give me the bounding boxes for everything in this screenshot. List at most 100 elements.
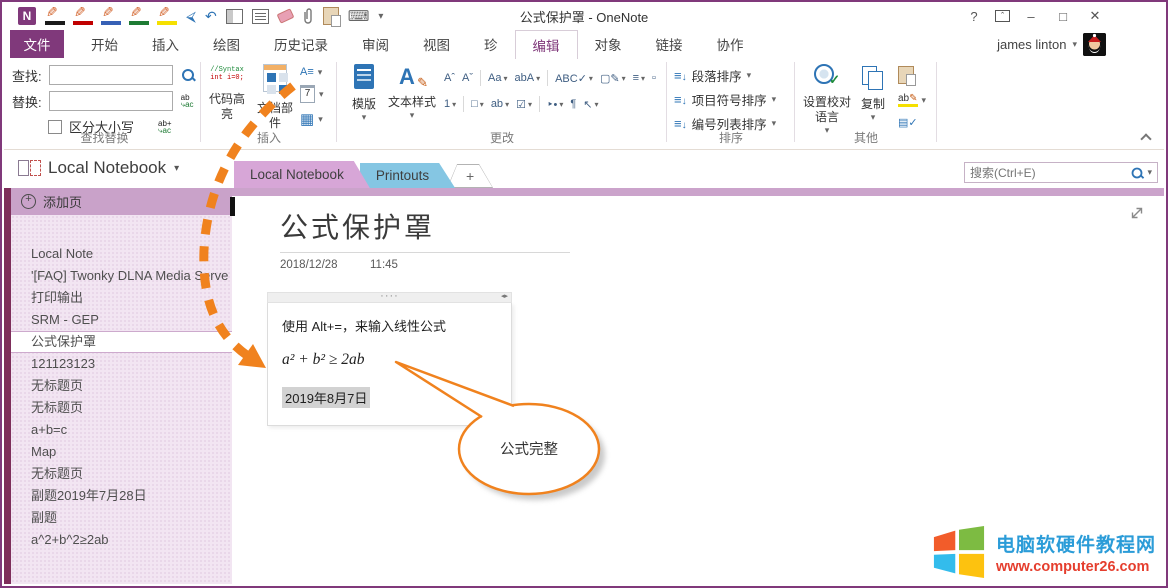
- pen-icon[interactable]: ✎: [73, 8, 93, 25]
- copy-button[interactable]: 复制 ▾: [856, 66, 890, 123]
- page-color-icon[interactable]: ▢✎▾: [600, 72, 626, 85]
- page-list-item[interactable]: 副题: [11, 507, 232, 529]
- onenote-logo-icon[interactable]: N: [18, 7, 36, 25]
- section-tab-printouts[interactable]: Printouts: [360, 163, 455, 188]
- page-list-item[interactable]: 打印输出: [11, 287, 232, 309]
- page-list-item[interactable]: '[FAQ] Twonky DLNA Media Serve: [11, 265, 232, 287]
- maximize-icon[interactable]: □: [1052, 9, 1074, 24]
- page-list-item[interactable]: a^2+b^2≥2ab: [11, 529, 232, 551]
- sort-item-1[interactable]: ≡↓段落排序▾: [674, 66, 776, 85]
- replace-input[interactable]: [49, 91, 173, 111]
- new-section-tab[interactable]: +: [447, 164, 493, 188]
- template-button[interactable]: 模版 ▾: [344, 64, 384, 123]
- pen-icon[interactable]: ✎: [45, 8, 65, 25]
- replace-one-icon[interactable]: ab⤷ac: [181, 94, 194, 108]
- ribbon-tab-5[interactable]: 审阅: [345, 30, 406, 58]
- clear-format-icon[interactable]: abA▾: [514, 72, 540, 84]
- paste-icon[interactable]: [323, 7, 339, 25]
- keyboard-icon[interactable]: ⌨: [348, 7, 370, 25]
- ribbon-tab-9[interactable]: 对象: [578, 30, 639, 58]
- numbering-icon[interactable]: 1▾: [444, 98, 456, 110]
- page-list-item[interactable]: a+b=c: [11, 419, 232, 441]
- ribbon-tab-1[interactable]: 开始: [74, 30, 135, 58]
- sort-item-2[interactable]: ≡↓项目符号排序▾: [674, 90, 776, 109]
- minimize-icon[interactable]: –: [1020, 9, 1042, 24]
- pen-icon[interactable]: ✎: [129, 8, 149, 25]
- section-tab-local-notebook[interactable]: Local Notebook: [234, 161, 370, 188]
- ribbon-tab-4[interactable]: 历史记录: [257, 30, 345, 58]
- page-list-item[interactable]: 121123123: [11, 353, 232, 375]
- help-icon[interactable]: ?: [963, 9, 985, 24]
- customize-qat-icon[interactable]: ▾: [378, 11, 383, 22]
- search-box[interactable]: ▾: [964, 162, 1158, 183]
- attach-file-icon[interactable]: [302, 8, 314, 24]
- highlighted-date[interactable]: 2019年8月7日: [282, 387, 370, 408]
- group-separator: [794, 62, 795, 142]
- template-icon: [354, 64, 374, 89]
- avatar[interactable]: [1083, 33, 1106, 56]
- formula-text[interactable]: a² + b² ≥ 2ab: [282, 351, 497, 369]
- ribbon-tab-2[interactable]: 插入: [135, 30, 196, 58]
- select-cursor-icon[interactable]: ↖▾: [583, 98, 598, 111]
- collapse-ribbon-icon[interactable]: [1141, 132, 1150, 141]
- dashed-box-icon[interactable]: ▫: [652, 72, 656, 84]
- search-scope-dropdown-icon[interactable]: ▾: [1144, 167, 1157, 178]
- ribbon-tab-6[interactable]: 视图: [406, 30, 467, 58]
- ribbon-display-options-icon[interactable]: ⌃: [995, 10, 1010, 22]
- eraser-icon[interactable]: [276, 8, 294, 23]
- symbol-list-icon[interactable]: A≡▾: [300, 66, 324, 78]
- spellcheck-icon[interactable]: ABC✓▾: [555, 72, 593, 85]
- page-list-item[interactable]: 无标题页: [11, 463, 232, 485]
- page-list-item[interactable]: Local Note: [11, 243, 232, 265]
- date-stamp-icon[interactable]: 7▾: [300, 85, 324, 103]
- page-list-item[interactable]: 无标题页: [11, 397, 232, 419]
- dock-window-icon[interactable]: [226, 9, 243, 24]
- doc-check-icon[interactable]: ▤✓: [898, 116, 926, 129]
- back-icon[interactable]: ⮘: [186, 9, 196, 23]
- ribbon-tab-8[interactable]: 编辑: [515, 30, 578, 59]
- add-page-button[interactable]: 添加页: [11, 188, 232, 215]
- highlight-pen-icon[interactable]: ab✎▾: [898, 93, 926, 107]
- table-grid-icon[interactable]: ▦▾: [300, 110, 324, 128]
- ribbon-tab-11[interactable]: 协作: [700, 30, 761, 58]
- search-input[interactable]: [965, 166, 1130, 180]
- proofing-language-button[interactable]: 设置校对语言 ▾: [800, 64, 854, 136]
- pen-icon[interactable]: ✎: [157, 8, 177, 25]
- paste-small-icon[interactable]: [898, 66, 914, 84]
- ribbon-tab-7[interactable]: 珍: [467, 30, 515, 58]
- note-container[interactable]: ···· ◂▸ 使用 Alt+=，来输入线性公式 a² + b² ≥ 2ab 2…: [267, 292, 512, 426]
- page-list-item[interactable]: 公式保护罩: [11, 331, 232, 353]
- note-drag-handle[interactable]: ···· ◂▸: [267, 292, 512, 303]
- note-body[interactable]: 使用 Alt+=，来输入线性公式 a² + b² ≥ 2ab 2019年8月7日: [267, 303, 512, 426]
- file-tab[interactable]: 文件: [10, 30, 64, 58]
- document-part-button[interactable]: 文档部件: [252, 64, 298, 131]
- checkbox-tag-icon[interactable]: ☑▾: [516, 98, 532, 111]
- notebook-dropdown[interactable]: Local Notebook ▾: [18, 158, 179, 178]
- grow-font-icon[interactable]: Aˆ: [444, 72, 455, 84]
- border-icon[interactable]: □▾: [471, 98, 484, 110]
- split-merge-icon[interactable]: ¶: [570, 98, 576, 110]
- bullets-icon[interactable]: ‣•▾: [547, 98, 563, 111]
- page-list-item[interactable]: Map: [11, 441, 232, 463]
- page-list-item[interactable]: 无标题页: [11, 375, 232, 397]
- page-list-item[interactable]: SRM - GEP: [11, 309, 232, 331]
- search-icon[interactable]: [181, 68, 195, 82]
- change-case-icon[interactable]: Aa▾: [488, 72, 507, 84]
- pen-icon[interactable]: ✎: [101, 8, 121, 25]
- shrink-font-icon[interactable]: Aˇ: [462, 72, 473, 84]
- find-input[interactable]: [49, 65, 173, 85]
- user-area[interactable]: james linton ▾: [997, 30, 1106, 58]
- line-spacing-icon[interactable]: ≡▾: [633, 72, 645, 84]
- ribbon-tab-10[interactable]: 链接: [639, 30, 700, 58]
- strikethrough-icon[interactable]: ab▾: [491, 98, 509, 110]
- undo-icon[interactable]: ↶: [205, 9, 217, 23]
- full-page-view-icon[interactable]: [252, 9, 269, 24]
- close-icon[interactable]: ✕: [1084, 8, 1106, 24]
- resize-arrows-icon[interactable]: ◂▸: [501, 292, 508, 300]
- expand-page-icon[interactable]: [1128, 204, 1146, 222]
- code-highlight-button[interactable]: //Syntaxint i=0; 代码高亮: [204, 66, 250, 122]
- page-title[interactable]: 公式保护罩: [280, 206, 435, 246]
- ribbon-tab-3[interactable]: 绘图: [196, 30, 257, 58]
- page-list-item[interactable]: 副题2019年7月28日: [11, 485, 232, 507]
- text-style-button[interactable]: A✎ 文本样式 ▾: [388, 63, 436, 121]
